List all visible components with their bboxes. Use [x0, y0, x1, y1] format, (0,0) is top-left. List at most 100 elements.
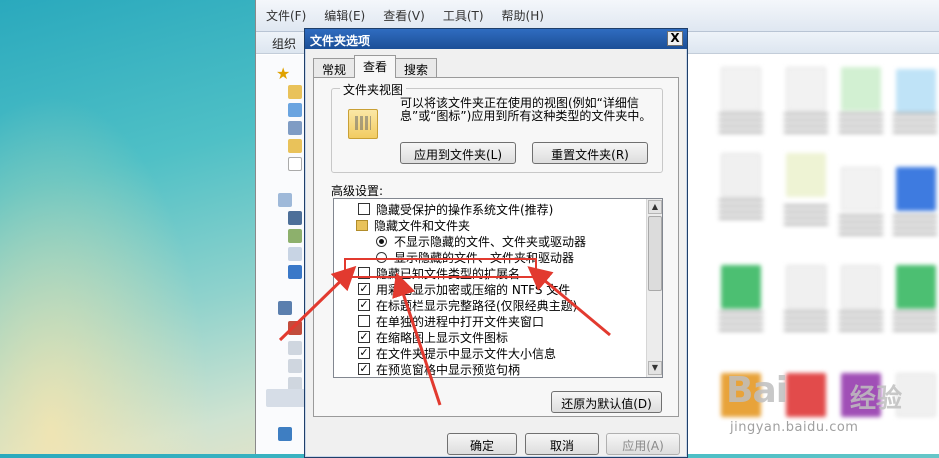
tab-view[interactable]: 查看 [354, 55, 397, 78]
file-caption [719, 113, 763, 133]
organize-button[interactable]: 组织 [272, 37, 296, 51]
radio-button[interactable] [376, 235, 387, 247]
file-icon[interactable] [786, 265, 826, 309]
apply-to-folders-button[interactable]: 应用到文件夹(L) [400, 142, 516, 164]
file-caption [839, 311, 883, 331]
advanced-settings-list[interactable]: 隐藏受保护的操作系统文件(推荐) 隐藏文件和文件夹 不显示隐藏的文件、文件夹或驱… [333, 198, 663, 378]
menu-view[interactable]: 查看(V) [383, 7, 425, 24]
file-icon[interactable] [721, 67, 761, 111]
file-caption [784, 205, 828, 225]
ok-button[interactable]: 确定 [447, 433, 517, 455]
scroll-up-arrow-icon[interactable]: ▲ [648, 200, 662, 214]
file-icon[interactable] [896, 69, 936, 113]
scroll-thumb[interactable] [648, 216, 662, 291]
checkbox[interactable]: ✓ [358, 331, 370, 343]
file-icon[interactable] [786, 153, 826, 197]
tab-search[interactable]: 搜索 [395, 58, 438, 78]
menu-tools[interactable]: 工具(T) [443, 7, 484, 24]
libraries-icon[interactable] [278, 193, 292, 207]
apply-button[interactable]: 应用(A) [606, 433, 680, 455]
folder-views-title: 文件夹视图 [340, 81, 407, 98]
music-icon[interactable] [288, 265, 302, 279]
checkbox[interactable] [358, 203, 370, 215]
list-item[interactable]: ✓ 在标题栏显示完整路径(仅限经典主题) [358, 297, 577, 313]
dialog-title: 文件夹选项 [310, 34, 371, 48]
pictures-icon[interactable] [288, 229, 302, 243]
file-icon[interactable] [841, 167, 881, 211]
navigation-pane: ★ [256, 55, 306, 454]
list-item[interactable]: ✓ 在文件夹提示中显示文件大小信息 [358, 345, 556, 361]
computer-icon[interactable] [278, 301, 292, 315]
file-caption [839, 113, 883, 133]
menu-help[interactable]: 帮助(H) [502, 7, 544, 24]
menu-file[interactable]: 文件(F) [266, 7, 306, 24]
document-icon[interactable] [288, 157, 302, 171]
checkbox[interactable]: ✓ [358, 299, 370, 311]
watermark-brand: Bai [726, 370, 788, 411]
recent-places-icon[interactable] [288, 121, 302, 135]
dialog-titlebar[interactable]: 文件夹选项 X [305, 29, 687, 49]
folder-icon[interactable] [288, 85, 302, 99]
checkbox[interactable]: ✓ [358, 347, 370, 359]
documents-library-icon[interactable] [288, 247, 302, 261]
file-caption [893, 311, 937, 331]
menu-edit[interactable]: 编辑(E) [324, 7, 365, 24]
file-caption [719, 199, 763, 219]
folder-icon [356, 219, 368, 231]
file-caption [784, 113, 828, 133]
setting-label: 用彩色显示加密或压缩的 NTFS 文件 [376, 282, 571, 297]
list-item[interactable]: 不显示隐藏的文件、文件夹或驱动器 [376, 233, 586, 249]
setting-label: 在预览窗格中显示预览句柄 [376, 362, 521, 377]
checkbox[interactable]: ✓ [358, 283, 370, 295]
network-icon[interactable] [278, 427, 292, 441]
watermark-domain: jingyan.baidu.com [730, 420, 859, 435]
selected-drive-highlight[interactable] [266, 389, 306, 407]
tab-strip: 常规 查看 搜索 [313, 55, 438, 78]
drive-icon[interactable] [288, 341, 302, 355]
list-item[interactable]: 隐藏受保护的操作系统文件(推荐) [358, 201, 553, 217]
setting-label: 在标题栏显示完整路径(仅限经典主题) [376, 298, 578, 313]
reset-folders-button[interactable]: 重置文件夹(R) [532, 142, 648, 164]
restore-defaults-button[interactable]: 还原为默认值(D) [551, 391, 662, 413]
file-icon[interactable] [841, 67, 881, 111]
folder-views-description: 可以将该文件夹正在使用的视图(例如“详细信息”或“图标”)应用到所有这种类型的文… [400, 96, 652, 123]
advanced-settings-label: 高级设置: [331, 184, 384, 198]
baidu-jingyan-watermark: Bai 经验 jingyan.baidu.com [718, 370, 928, 450]
file-icon[interactable] [786, 67, 826, 111]
desktop-icon[interactable] [288, 103, 302, 117]
folder-view-icon [348, 109, 378, 139]
file-caption [893, 215, 937, 235]
videos-icon[interactable] [288, 211, 302, 225]
downloads-folder-icon[interactable] [288, 139, 302, 153]
drive-icon[interactable] [288, 359, 302, 373]
setting-label: 隐藏受保护的操作系统文件(推荐) [376, 202, 554, 217]
list-item[interactable]: ✓ 用彩色显示加密或压缩的 NTFS 文件 [358, 281, 570, 297]
checkbox[interactable]: ✓ [358, 363, 370, 375]
file-icon[interactable] [896, 167, 936, 211]
checkbox[interactable] [358, 315, 370, 327]
tab-general[interactable]: 常规 [313, 58, 356, 78]
setting-label: 在文件夹提示中显示文件大小信息 [376, 346, 557, 361]
drive-icon[interactable] [288, 321, 302, 335]
favorites-star-icon[interactable]: ★ [276, 66, 290, 82]
file-icon[interactable] [841, 265, 881, 309]
folder-views-group: 文件夹视图 可以将该文件夹正在使用的视图(例如“详细信息”或“图标”)应用到所有… [331, 81, 663, 173]
view-tab-panel: 文件夹视图 可以将该文件夹正在使用的视图(例如“详细信息”或“图标”)应用到所有… [313, 77, 679, 417]
file-icon[interactable] [721, 153, 761, 197]
file-caption [839, 215, 883, 235]
watermark-brand-cn: 经验 [850, 384, 903, 414]
close-button[interactable]: X [667, 31, 683, 46]
desktop-wallpaper [0, 0, 255, 454]
list-scrollbar[interactable]: ▲ ▼ [646, 199, 662, 377]
setting-label: 不显示隐藏的文件、文件夹或驱动器 [394, 234, 587, 249]
cancel-button[interactable]: 取消 [525, 433, 599, 455]
file-caption [784, 311, 828, 331]
list-item[interactable]: 在单独的进程中打开文件夹窗口 [358, 313, 544, 329]
scroll-down-arrow-icon[interactable]: ▼ [648, 361, 662, 375]
folder-options-dialog: 文件夹选项 X 常规 查看 搜索 文件夹视图 可以将该文件夹正在使用的视图(例如… [304, 28, 688, 458]
list-item[interactable]: ✓ 在预览窗格中显示预览句柄 [358, 361, 520, 377]
file-icon[interactable] [896, 265, 936, 309]
setting-label: 在单独的进程中打开文件夹窗口 [376, 314, 545, 329]
file-icon[interactable] [721, 265, 761, 309]
list-item[interactable]: ✓ 在缩略图上显示文件图标 [358, 329, 508, 345]
